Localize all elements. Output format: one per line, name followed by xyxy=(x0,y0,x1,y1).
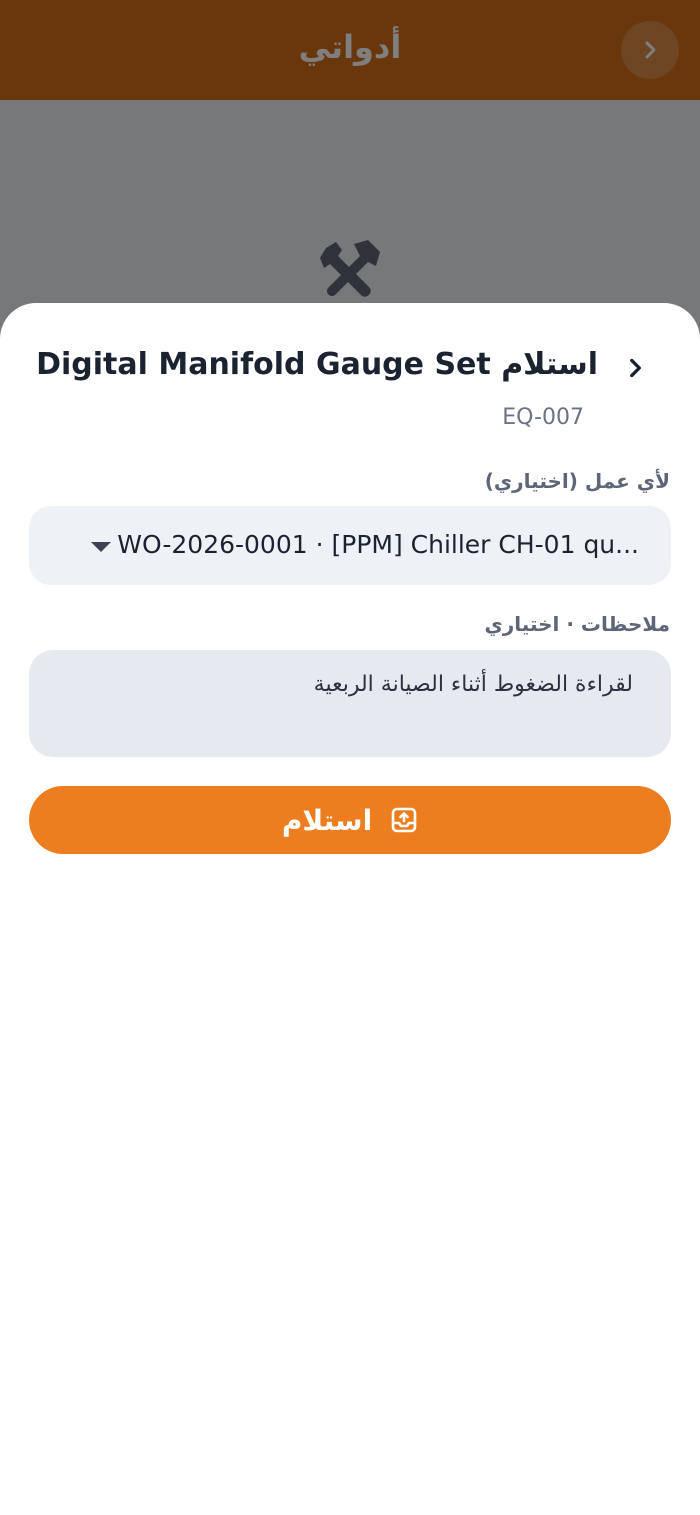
caret-down-icon xyxy=(91,542,111,552)
checkout-button[interactable]: استلام xyxy=(29,786,671,854)
sheet-title: استلام Digital Manifold Gauge Set xyxy=(36,347,598,382)
notes-field-label: ملاحظات · اختياري xyxy=(484,612,670,636)
notes-input[interactable]: لقراءة الضغوط أثناء الصيانة الربعية xyxy=(29,650,671,757)
tray-upload-icon xyxy=(391,807,417,833)
equipment-code: EQ-007 xyxy=(502,405,584,430)
chevron-right-icon xyxy=(630,358,641,378)
job-select-value: WO-2026-0001 · [PPM] Chiller CH-01 qu... xyxy=(117,530,639,559)
job-field-label: لأي عمل (اختياري) xyxy=(484,469,670,493)
job-select[interactable]: WO-2026-0001 · [PPM] Chiller CH-01 qu... xyxy=(29,506,671,585)
notes-input-value: لقراءة الضغوط أثناء الصيانة الربعية xyxy=(313,672,633,697)
checkout-button-label: استلام xyxy=(281,803,373,837)
sheet-back-button[interactable] xyxy=(618,351,652,385)
checkout-sheet: استلام Digital Manifold Gauge Set EQ-007… xyxy=(0,303,700,1515)
